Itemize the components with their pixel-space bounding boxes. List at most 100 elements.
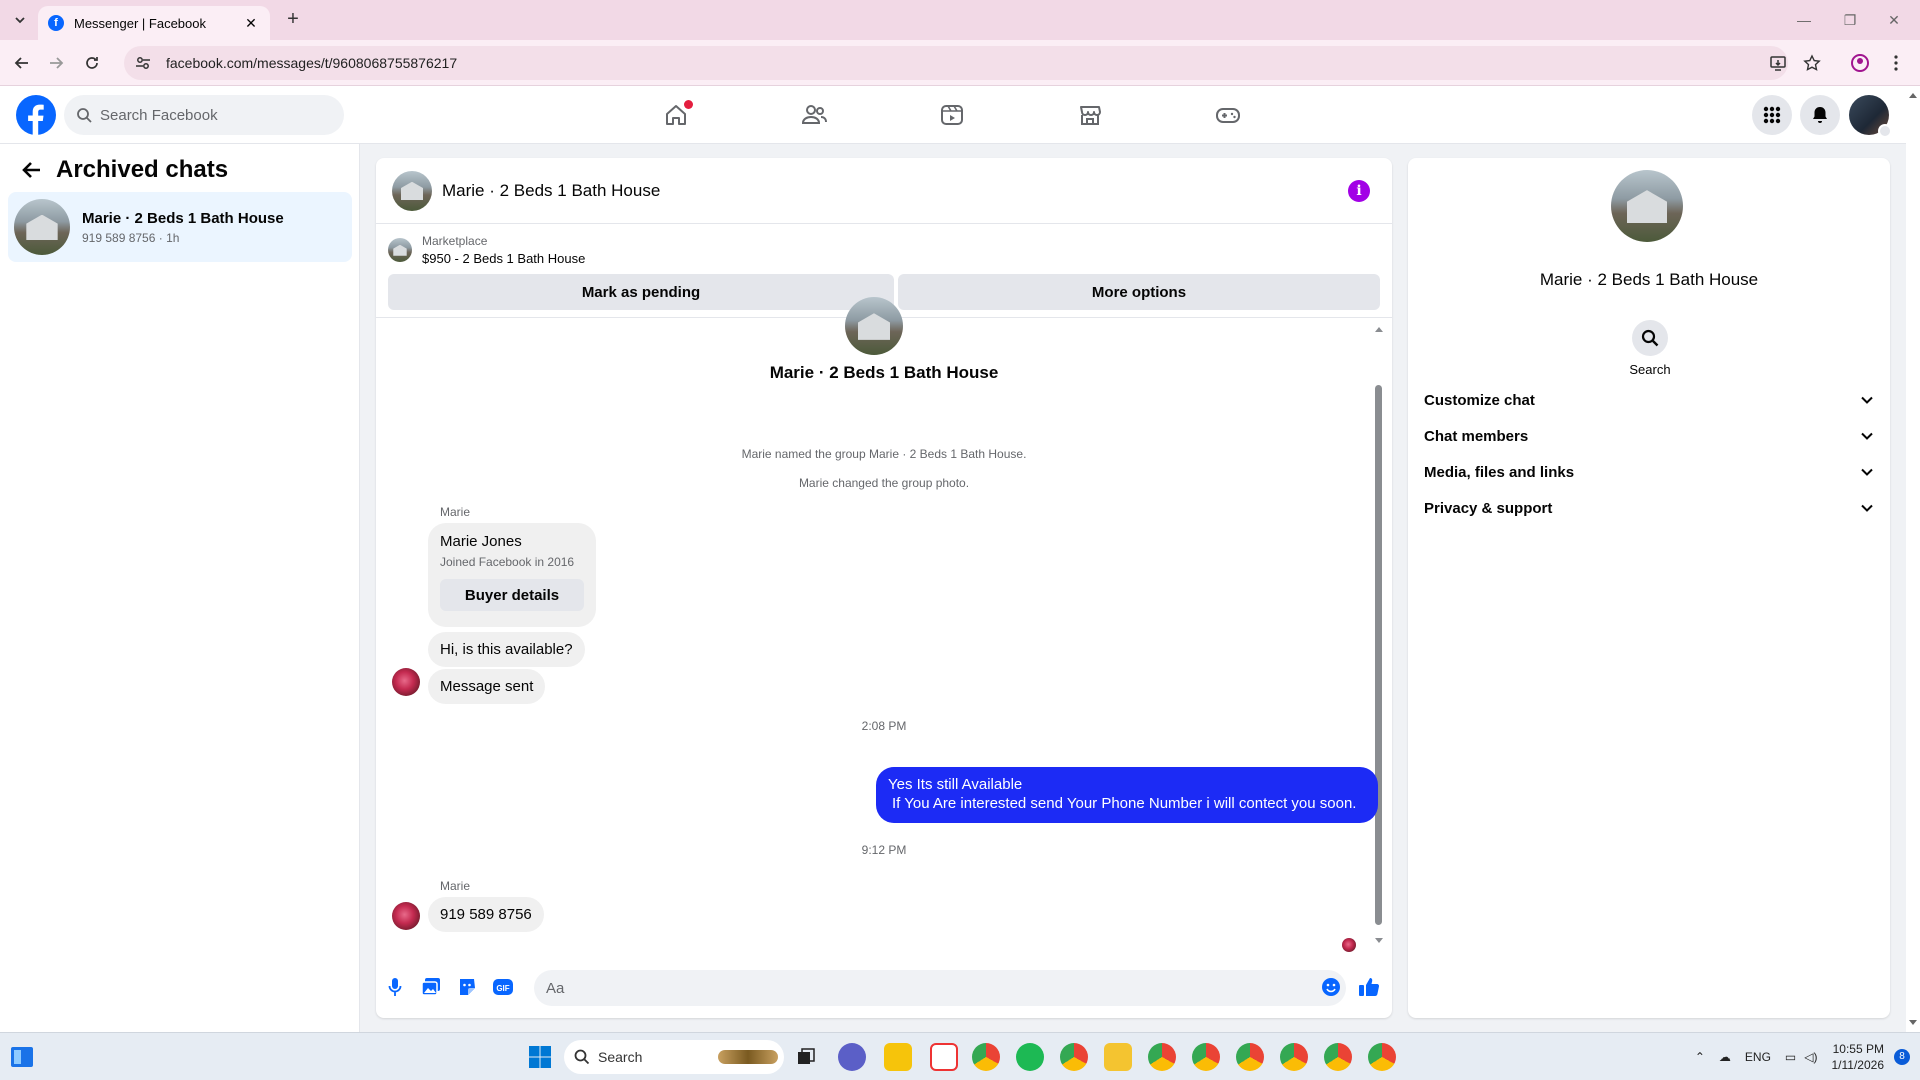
- message-thread: Marie · 2 Beds 1 Bath House Marie named …: [376, 297, 1392, 955]
- chrome-icon[interactable]: [972, 1043, 1000, 1071]
- teams-icon[interactable]: [838, 1043, 866, 1071]
- menu-grid-icon: [1763, 106, 1781, 124]
- marketplace-listing[interactable]: Marketplace $950 - 2 Beds 1 Bath House: [388, 234, 585, 266]
- chat-preview: 919 589 8756 · 1h: [82, 230, 180, 245]
- microphone-icon[interactable]: [384, 976, 406, 998]
- browser-menu-icon[interactable]: [1884, 51, 1908, 75]
- minimize-icon[interactable]: —: [1790, 8, 1818, 32]
- chrome-profile-icon[interactable]: [1192, 1043, 1220, 1071]
- restore-icon[interactable]: ❐: [1836, 8, 1864, 32]
- back-button[interactable]: [10, 51, 34, 75]
- nav-tab-friends[interactable]: [758, 92, 870, 138]
- new-tab-button[interactable]: +: [282, 9, 304, 31]
- chrome-profile-icon[interactable]: [1148, 1043, 1176, 1071]
- chrome-profile-icon[interactable]: [1324, 1043, 1352, 1071]
- accordion-privacy-support[interactable]: Privacy & support: [1424, 490, 1874, 526]
- video-icon: [941, 105, 963, 125]
- search-icon: [77, 108, 92, 123]
- notifications-button[interactable]: [1800, 95, 1840, 135]
- facebook-search-box[interactable]: [64, 95, 344, 135]
- widgets-icon[interactable]: [8, 1043, 36, 1071]
- windows-start-icon[interactable]: [526, 1043, 554, 1071]
- profile-icon[interactable]: [1848, 51, 1872, 75]
- facebook-logo-icon[interactable]: [16, 95, 56, 135]
- nav-tab-video[interactable]: [896, 92, 1008, 138]
- chevron-down-icon: [15, 17, 25, 24]
- search-icon: [1632, 320, 1668, 356]
- sticky-notes-icon[interactable]: [884, 1043, 912, 1071]
- chevron-down-icon: [1861, 432, 1873, 440]
- chrome-profile-icon[interactable]: [1236, 1043, 1264, 1071]
- outgoing-message[interactable]: Yes Its still Available If You Are inter…: [876, 767, 1378, 823]
- spotify-icon[interactable]: [1016, 1043, 1044, 1071]
- archived-chats-header: Archived chats: [20, 156, 228, 184]
- browser-toolbar: facebook.com/messages/t/9608068755876217: [0, 40, 1920, 86]
- accordion-customize-chat[interactable]: Customize chat: [1424, 382, 1874, 418]
- file-explorer-icon[interactable]: [1104, 1043, 1132, 1071]
- volume-icon[interactable]: ◁): [1804, 1050, 1817, 1064]
- chat-list-item[interactable]: Marie · 2 Beds 1 Bath House 919 589 8756…: [8, 192, 352, 262]
- tab-search-button[interactable]: [8, 8, 32, 32]
- mark-as-pending-button[interactable]: Mark as pending: [388, 274, 894, 310]
- sticker-icon[interactable]: [456, 976, 478, 998]
- close-window-icon[interactable]: ✕: [1880, 8, 1908, 32]
- conversation-title[interactable]: Marie · 2 Beds 1 Bath House: [442, 181, 660, 201]
- browser-tab-messenger[interactable]: f Messenger | Facebook ✕: [38, 6, 270, 40]
- install-app-icon[interactable]: [1766, 51, 1790, 75]
- bookmark-star-icon[interactable]: [1800, 51, 1824, 75]
- more-options-button[interactable]: More options: [898, 274, 1380, 310]
- incoming-message[interactable]: Hi, is this available?: [428, 632, 585, 667]
- buyer-details-button[interactable]: Buyer details: [440, 579, 584, 611]
- conversation-header: Marie · 2 Beds 1 Bath House i: [376, 158, 1392, 224]
- accordion-chat-members[interactable]: Chat members: [1424, 418, 1874, 454]
- accordion-media-files-links[interactable]: Media, files and links: [1424, 454, 1874, 490]
- nav-tab-gaming[interactable]: [1172, 92, 1284, 138]
- details-search-button[interactable]: Search: [1622, 320, 1678, 377]
- page-scrollbar[interactable]: [1906, 86, 1920, 1032]
- marketplace-label: Marketplace: [422, 234, 488, 248]
- conversation-panel: Marie · 2 Beds 1 Bath House i Marketplac…: [376, 158, 1392, 1018]
- info-icon[interactable]: i: [1348, 180, 1370, 202]
- sender-avatar[interactable]: [392, 902, 420, 930]
- chevron-down-icon: [1878, 124, 1892, 138]
- back-arrow-icon[interactable]: [20, 158, 44, 182]
- chevron-up-icon[interactable]: ⌃: [1695, 1050, 1705, 1064]
- language-indicator[interactable]: ENG: [1745, 1050, 1771, 1064]
- notification-badge[interactable]: 8: [1894, 1049, 1910, 1065]
- incoming-message[interactable]: 919 589 8756: [428, 897, 544, 932]
- snipping-tool-icon[interactable]: [930, 1043, 958, 1071]
- clock[interactable]: 10:55 PM 1/11/2026: [1832, 1041, 1885, 1073]
- message-input[interactable]: [534, 970, 1346, 1006]
- scroll-up-icon: [1375, 327, 1383, 332]
- chat-name: Marie · 2 Beds 1 Bath House: [82, 209, 284, 227]
- search-icon: [574, 1049, 590, 1065]
- taskbar-search[interactable]: Search: [564, 1040, 784, 1074]
- site-info-icon: [136, 57, 150, 69]
- emoji-icon[interactable]: [1320, 976, 1342, 998]
- chevron-down-icon: [1861, 468, 1873, 476]
- nav-tab-marketplace[interactable]: [1034, 92, 1146, 138]
- photo-icon[interactable]: [420, 976, 442, 998]
- outgoing-line: If You Are interested send Your Phone Nu…: [892, 795, 1357, 812]
- reload-button[interactable]: [80, 51, 104, 75]
- facebook-search-input[interactable]: [100, 106, 320, 124]
- address-bar[interactable]: facebook.com/messages/t/9608068755876217: [124, 46, 1788, 80]
- like-icon[interactable]: [1358, 976, 1380, 998]
- gif-icon[interactable]: GIF: [492, 976, 514, 998]
- scroll-down-icon: [1375, 938, 1383, 943]
- chrome-profile-icon[interactable]: [1368, 1043, 1396, 1071]
- incoming-message[interactable]: Message sent: [428, 669, 546, 704]
- profile-avatar[interactable]: [1849, 95, 1892, 138]
- menu-button[interactable]: [1752, 95, 1792, 135]
- forward-button[interactable]: [44, 51, 68, 75]
- nav-tab-home[interactable]: [620, 92, 732, 138]
- group-avatar[interactable]: [392, 170, 432, 211]
- chat-details-panel: Marie · 2 Beds 1 Bath House Search Custo…: [1408, 158, 1890, 1018]
- network-icon[interactable]: ▭: [1785, 1050, 1796, 1064]
- sender-avatar[interactable]: [392, 668, 420, 696]
- close-tab-icon[interactable]: ✕: [242, 15, 260, 32]
- chrome-profile-icon[interactable]: [1280, 1043, 1308, 1071]
- task-view-icon[interactable]: [792, 1043, 820, 1071]
- chrome-profile-icon[interactable]: [1060, 1043, 1088, 1071]
- onedrive-offline-icon[interactable]: ☁: [1719, 1050, 1731, 1064]
